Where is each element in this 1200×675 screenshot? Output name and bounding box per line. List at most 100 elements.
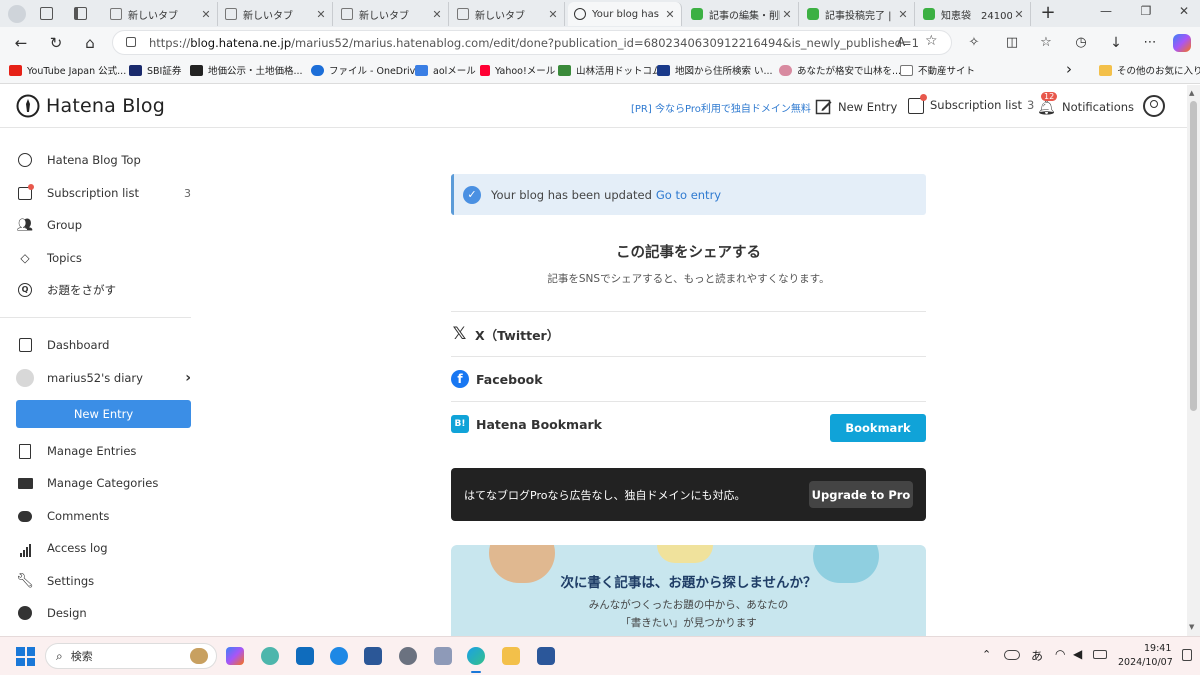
close-icon[interactable]: ✕: [663, 8, 677, 21]
bookmark-item[interactable]: YouTube Japan 公式...: [9, 63, 126, 77]
browser-tab[interactable]: 記事の編集・削除 ✕: [685, 2, 799, 26]
bookmark-item[interactable]: SBI証券: [129, 63, 181, 77]
browser-tab[interactable]: 新しいタブ ✕: [219, 2, 333, 26]
scrollbar-thumb[interactable]: [1190, 101, 1197, 411]
sidebar-item-blog[interactable]: marius52's diary ›: [16, 366, 191, 390]
home-icon[interactable]: ⌂: [79, 32, 101, 54]
header-subscription-list[interactable]: Subscription list 3: [908, 94, 1034, 114]
scroll-up-icon[interactable]: ▲: [1189, 89, 1194, 97]
split-screen-icon[interactable]: ◫: [1001, 32, 1023, 54]
sidebar-item-group[interactable]: 👥︎ Group: [16, 213, 191, 237]
bookmark-item[interactable]: 地図から住所検索 い...: [657, 63, 773, 77]
bookmark-item[interactable]: 山林活用ドットコム: [558, 63, 662, 77]
downloads-icon[interactable]: ↓: [1105, 32, 1127, 54]
word-app-icon[interactable]: [537, 647, 555, 665]
bookmark-item[interactable]: あなたが格安で山林を...: [779, 63, 901, 77]
header-notifications[interactable]: 🔔︎ 12 Notifications: [1037, 92, 1134, 116]
battery-icon[interactable]: [1093, 650, 1107, 659]
browser-tab[interactable]: 新しいタブ ✕: [104, 2, 218, 26]
bookmark-item[interactable]: aolメール: [415, 63, 476, 77]
refresh-icon[interactable]: ↻: [45, 32, 67, 54]
volume-icon[interactable]: ◀︎: [1073, 647, 1082, 661]
windows-start-icon[interactable]: [16, 647, 35, 666]
taskbar-search[interactable]: ⌕ 検索: [45, 643, 217, 669]
sidebar-item-access-log[interactable]: Access log: [16, 536, 191, 560]
close-icon[interactable]: ✕: [314, 8, 328, 21]
close-icon[interactable]: ✕: [546, 8, 560, 21]
sidebar-item-manage-entries[interactable]: Manage Entries: [16, 439, 191, 463]
browser-tab[interactable]: 新しいタブ ✕: [451, 2, 565, 26]
store-app-icon[interactable]: [364, 647, 382, 665]
hatena-blog-logo[interactable]: Hatena Blog: [16, 94, 165, 118]
new-tab-button[interactable]: +: [1038, 2, 1058, 23]
copilot-icon[interactable]: [1173, 34, 1191, 52]
browser-tab[interactable]: 新しいタブ ✕: [335, 2, 449, 26]
favorite-star-icon[interactable]: ☆: [925, 33, 938, 49]
url-field[interactable]: https://blog.hatena.ne.jp/marius52/mariu…: [112, 30, 952, 55]
vertical-tabs-icon[interactable]: [74, 7, 87, 20]
copilot-app-icon[interactable]: [226, 647, 244, 665]
close-icon[interactable]: ✕: [199, 8, 213, 21]
close-icon[interactable]: ✕: [430, 8, 444, 21]
user-avatar[interactable]: [1143, 95, 1165, 117]
outlook-app-icon[interactable]: [296, 647, 314, 665]
edge-app-icon[interactable]: [467, 647, 485, 665]
sidebar-item-find-topics[interactable]: Q お題をさがす: [16, 278, 191, 302]
pro-promo-link[interactable]: [PR] 今ならPro利用で独自ドメイン無料: [631, 100, 811, 115]
favorites-icon[interactable]: ☆: [1035, 32, 1057, 54]
bookmark-item[interactable]: 地価公示・土地価格...: [190, 63, 303, 77]
history-icon[interactable]: ◷: [1070, 32, 1092, 54]
tray-chevron-up-icon[interactable]: ⌃: [982, 648, 991, 661]
sidebar-item-topics[interactable]: ◇ Topics: [16, 246, 191, 270]
extensions-icon[interactable]: ✧: [963, 32, 985, 54]
ime-indicator[interactable]: あ: [1031, 647, 1043, 664]
browser-tab[interactable]: 知恵袋 24100 ✕: [917, 2, 1031, 26]
app-icon[interactable]: [330, 647, 348, 665]
browser-tab[interactable]: 記事投稿完了 | ✕: [801, 2, 915, 26]
widgets-app-icon[interactable]: [261, 647, 279, 665]
page-scrollbar[interactable]: ▲ ▼: [1187, 85, 1200, 636]
upgrade-to-pro-button[interactable]: Upgrade to Pro: [809, 481, 913, 508]
sidebar-new-entry-button[interactable]: New Entry: [16, 400, 191, 428]
more-menu-icon[interactable]: ⋯: [1139, 32, 1161, 54]
sidebar-item-dashboard[interactable]: Dashboard: [16, 333, 191, 357]
scroll-down-icon[interactable]: ▼: [1189, 623, 1194, 631]
header-new-entry[interactable]: New Entry: [815, 98, 897, 116]
onedrive-tray-icon[interactable]: [1004, 650, 1020, 660]
share-x-row[interactable]: 𝕏 X（Twitter）: [451, 311, 926, 356]
close-icon[interactable]: ✕: [1012, 8, 1026, 21]
close-icon[interactable]: ✕: [780, 8, 794, 21]
clock-time[interactable]: 19:41: [1144, 643, 1171, 654]
settings-app-icon[interactable]: [399, 647, 417, 665]
bookmark-item[interactable]: ファイル - OneDrive: [311, 63, 421, 77]
other-favorites[interactable]: その他のお気に入り: [1099, 63, 1200, 77]
back-icon[interactable]: ←: [10, 32, 32, 54]
restore-icon[interactable]: ❐: [1134, 4, 1158, 18]
lock-icon[interactable]: [126, 37, 136, 47]
sidebar-item-design[interactable]: Design: [16, 601, 191, 625]
topic-suggestion-banner[interactable]: 次に書く記事は、お題から探しませんか？ みんながつくったお題の中から、あなたの …: [451, 545, 926, 636]
browser-tab-active[interactable]: Your blog has be ✕: [568, 2, 682, 26]
notification-center-icon[interactable]: [1182, 649, 1192, 661]
sidebar-item-subscription-list[interactable]: Subscription list 3: [16, 181, 191, 205]
profile-avatar[interactable]: [8, 5, 26, 23]
read-aloud-icon[interactable]: A: [897, 35, 905, 49]
sidebar-item-comments[interactable]: Comments: [16, 504, 191, 528]
bookmarks-more-icon[interactable]: ›: [1066, 60, 1072, 78]
sidebar-item-manage-categories[interactable]: Manage Categories: [16, 471, 191, 495]
share-facebook-row[interactable]: f Facebook: [451, 356, 926, 401]
file-explorer-icon[interactable]: [502, 647, 520, 665]
snipping-tool-icon[interactable]: [434, 647, 452, 665]
sidebar-item-hatena-blog-top[interactable]: Hatena Blog Top: [16, 148, 191, 172]
bookmark-item[interactable]: 不動産サイト: [900, 63, 975, 77]
clock-date[interactable]: 2024/10/07: [1118, 657, 1173, 668]
close-window-icon[interactable]: ✕: [1172, 4, 1196, 18]
minimize-icon[interactable]: —: [1094, 4, 1118, 18]
go-to-entry-link[interactable]: Go to entry: [656, 188, 721, 202]
wifi-icon[interactable]: ◠: [1055, 647, 1065, 661]
workspaces-icon[interactable]: [40, 7, 53, 20]
close-icon[interactable]: ✕: [896, 8, 910, 21]
bookmark-item[interactable]: Yahoo!メール: [480, 63, 555, 77]
bookmark-button[interactable]: Bookmark: [830, 414, 926, 442]
sidebar-item-settings[interactable]: 🔧︎ Settings: [16, 569, 191, 593]
